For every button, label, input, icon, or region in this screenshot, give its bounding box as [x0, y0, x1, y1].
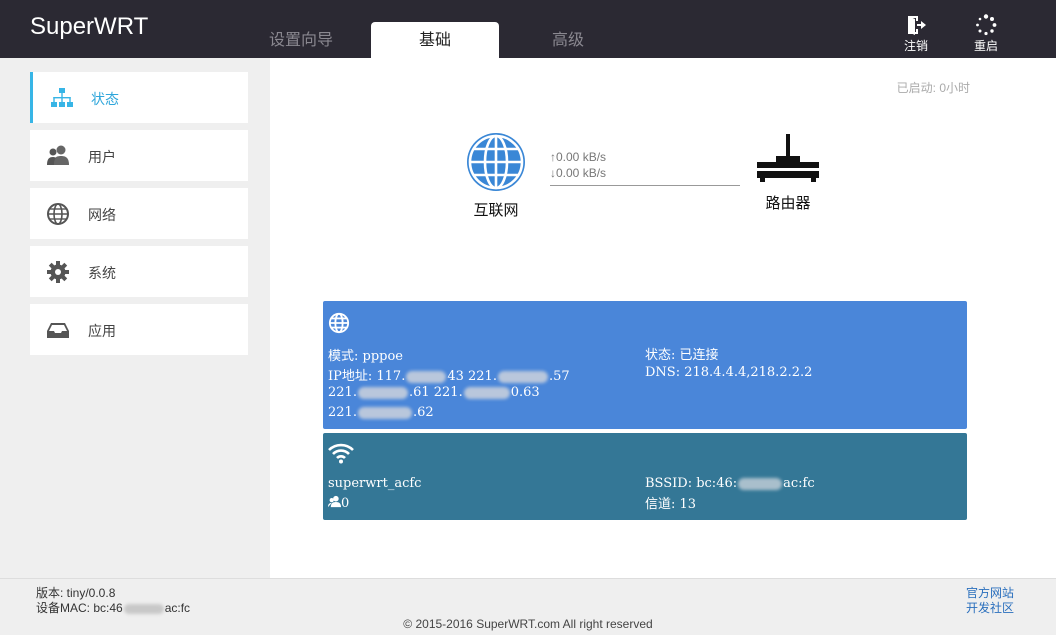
users-icon [47, 145, 69, 165]
wan-ip-line-2: 221. .61 221. 0.63 [328, 385, 540, 400]
footer: 版本: tiny/0.0.8 设备MAC: bc:46 ac:fc 官方网站 开发… [0, 578, 1056, 635]
sidebar-item-label: 状态 [91, 91, 119, 107]
link-line [550, 185, 740, 186]
traffic-speed: ↑0.00 kB/s ↓0.00 kB/s [550, 149, 606, 181]
router-icon [757, 134, 819, 182]
redacted-mask [406, 370, 447, 383]
wifi-ssid: superwrt_acfc [328, 476, 422, 491]
user-icon [328, 495, 341, 508]
dev-community-link[interactable]: 开发社区 [966, 601, 1014, 616]
logout-icon [908, 16, 926, 35]
sidebar-item-network[interactable]: 网络 [30, 188, 248, 239]
redacted-mask [123, 603, 164, 614]
wifi-status-card: superwrt_acfc 0 BSSID: bc:46: ac:fc 信道: 1… [323, 433, 967, 520]
device-mac: 设备MAC: bc:46 ac:fc [36, 601, 191, 615]
wifi-bssid: BSSID: bc:46: ac:fc [645, 476, 815, 491]
wan-status: 状态: 已连接 [645, 348, 719, 363]
sitemap-icon [51, 88, 73, 107]
router-label: 路由器 [765, 195, 811, 212]
sidebar-item-label: 系统 [88, 265, 116, 281]
sidebar-item-status[interactable]: 状态 [30, 72, 248, 123]
wifi-icon [328, 443, 354, 464]
logout-button[interactable]: 注销 [896, 14, 936, 54]
wan-dns: DNS: 218.4.4.4,218.2.2.2 [645, 365, 813, 380]
copyright-text: © 2015-2016 SuperWRT.com All right reser… [403, 617, 653, 631]
wan-mode: 模式: pppoe [328, 349, 403, 364]
globe-icon [328, 312, 350, 334]
sidebar-item-system[interactable]: 系统 [30, 246, 248, 297]
tab-setup-wizard[interactable]: 设置向导 [237, 22, 365, 58]
footer-links: 官方网站 开发社区 [966, 586, 1014, 616]
wan-ip-line-1: IP地址: 117. 43 221. .57 [328, 369, 570, 384]
reboot-button[interactable]: 重启 [966, 14, 1006, 54]
inbox-icon [47, 323, 69, 338]
device-info: 版本: tiny/0.0.8 设备MAC: bc:46 ac:fc [36, 586, 190, 616]
sidebar-item-users[interactable]: 用户 [30, 130, 248, 181]
top-bar: SuperWRT 设置向导 基础 高级 注销 重启 [0, 0, 1056, 58]
download-speed: ↓0.00 kB/s [550, 166, 607, 180]
reboot-label: 重启 [973, 39, 998, 53]
firmware-version: 版本: tiny/0.0.8 [36, 586, 116, 600]
redacted-mask [357, 406, 412, 419]
globe-icon [47, 203, 69, 225]
official-site-link[interactable]: 官方网站 [966, 586, 1014, 601]
gear-icon [47, 261, 69, 283]
internet-node: 互联网 [464, 131, 528, 220]
uptime-text: 已启动: 0小时 [896, 81, 970, 95]
sidebar-item-label: 应用 [88, 323, 116, 339]
sidebar-item-label: 网络 [88, 207, 116, 223]
brand-logo: SuperWRT [30, 13, 149, 40]
tab-advanced[interactable]: 高级 [504, 22, 632, 58]
internet-label: 互联网 [473, 202, 519, 219]
logout-label: 注销 [903, 39, 928, 53]
redacted-mask [738, 477, 783, 490]
redacted-mask [357, 386, 408, 399]
wifi-channel: 信道: 13 [645, 497, 697, 512]
globe-icon [467, 133, 525, 191]
upload-speed: ↑0.00 kB/s [550, 150, 607, 164]
tab-basic[interactable]: 基础 [371, 22, 499, 58]
spinner-icon [976, 14, 997, 36]
sidebar-item-label: 用户 [88, 149, 116, 165]
wan-status-card: 模式: pppoe IP地址: 117. 43 221. .57 221. .61 2… [323, 301, 967, 429]
wan-ip-line-3: 221. .62 [328, 405, 434, 420]
wifi-clients: 0 [328, 495, 349, 511]
redacted-mask [497, 370, 548, 383]
sidebar-item-apps[interactable]: 应用 [30, 304, 248, 355]
sidebar: 状态 用户 网络 系统 应用 [0, 58, 270, 578]
redacted-mask [463, 386, 510, 399]
router-node: 路由器 [754, 134, 822, 213]
